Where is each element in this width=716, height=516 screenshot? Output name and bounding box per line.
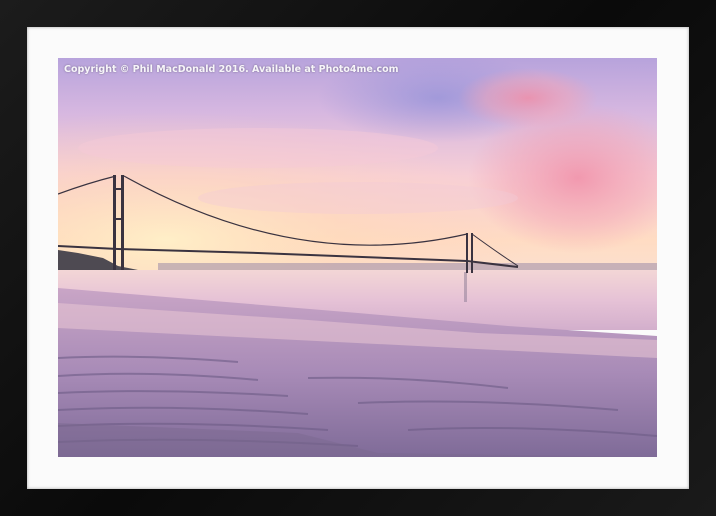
far-shore <box>158 263 657 271</box>
pink-cloud-upper <box>458 68 598 128</box>
copyright-watermark: Copyright © Phil MacDonald 2016. Availab… <box>64 64 399 75</box>
wispy-cloud <box>78 128 438 168</box>
tower-reflection <box>464 272 467 302</box>
wispy-cloud-low <box>198 182 518 214</box>
framed-photo: Copyright © Phil MacDonald 2016. Availab… <box>58 58 657 457</box>
bridge-sunrise-scene <box>58 58 657 457</box>
